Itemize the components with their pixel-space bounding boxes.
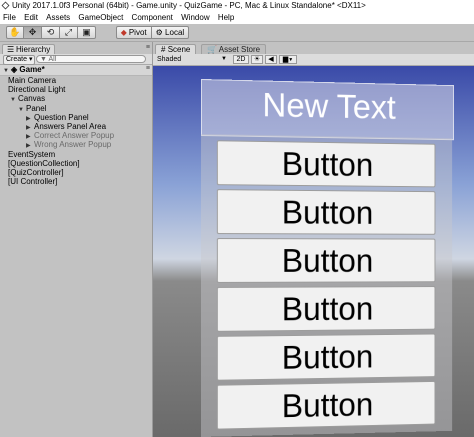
hierarchy-item[interactable]: ▼ Canvas bbox=[10, 94, 45, 103]
unity-logo-icon bbox=[2, 2, 10, 10]
hierarchy-item[interactable]: ▼ Panel bbox=[18, 104, 46, 113]
hierarchy-item[interactable]: Directional Light bbox=[8, 85, 65, 94]
panel-menu-icon[interactable]: ≡ bbox=[146, 44, 150, 51]
asset-store-icon: 🛒 bbox=[207, 45, 217, 54]
local-button[interactable]: ⚙ Local bbox=[152, 26, 190, 39]
scene-panel: # Scene 🛒 Asset Store Shaded ▼ 2D ☀ ◀ ▆▼… bbox=[153, 42, 474, 437]
shading-mode-select[interactable]: Shaded ▼ bbox=[157, 55, 227, 64]
hierarchy-item-label: Answers Panel Area bbox=[34, 122, 106, 131]
hierarchy-item-label: [UI Controller] bbox=[8, 177, 57, 186]
menu-assets[interactable]: Assets bbox=[43, 12, 73, 24]
pivot-toggles: ⬥ Pivot ⚙ Local bbox=[116, 26, 189, 39]
chevron-down-icon: ▼ bbox=[221, 55, 227, 64]
main-toolbar: ✋ ✥ ⟲ ⤢ ▣ ⬥ Pivot ⚙ Local bbox=[0, 24, 474, 42]
scale-icon: ⤢ bbox=[65, 27, 72, 37]
menu-help[interactable]: Help bbox=[215, 12, 237, 24]
hierarchy-panel: ☰ Hierarchy ≡ Create ▾ ▼ All ▼ ◈ Game* ≡ M… bbox=[0, 42, 153, 437]
hierarchy-item[interactable]: ▶ Answers Panel Area bbox=[26, 122, 106, 131]
hierarchy-search-input[interactable]: ▼ All bbox=[36, 55, 146, 63]
speaker-icon: ◀ bbox=[268, 56, 273, 63]
scene-tabs: # Scene 🛒 Asset Store bbox=[153, 42, 474, 54]
hierarchy-item-label: Panel bbox=[26, 104, 46, 113]
rect-icon: ▣ bbox=[82, 27, 91, 37]
scene-menu-icon[interactable]: ≡ bbox=[146, 65, 150, 72]
create-label: Create bbox=[6, 56, 27, 63]
menu-component[interactable]: Component bbox=[129, 12, 176, 24]
menu-gameobject[interactable]: GameObject bbox=[75, 12, 126, 24]
scene-tab-label: Scene bbox=[168, 45, 191, 54]
hand-tool-button[interactable]: ✋ bbox=[6, 26, 24, 39]
answer-button-2[interactable]: Button bbox=[217, 189, 436, 235]
hierarchy-item-label: Canvas bbox=[18, 94, 45, 103]
hierarchy-item[interactable]: EventSystem bbox=[8, 150, 55, 159]
rotate-icon: ⟲ bbox=[47, 27, 55, 37]
hierarchy-item[interactable]: [QuizController] bbox=[8, 168, 64, 177]
hierarchy-item[interactable]: ▶ Wrong Answer Popup bbox=[26, 140, 111, 149]
shading-mode-value: Shaded bbox=[157, 56, 181, 63]
answers-panel-area: Button Button Button Button Button Butto… bbox=[201, 134, 452, 437]
effects-dropdown-icon: ▼ bbox=[288, 57, 293, 63]
menu-edit[interactable]: Edit bbox=[21, 12, 41, 24]
answer-button-3[interactable]: Button bbox=[217, 238, 436, 283]
ui-canvas-preview: New Text Button Button Button Button But… bbox=[201, 79, 452, 437]
lighting-toggle-button[interactable]: ☀ bbox=[251, 55, 263, 64]
hierarchy-item-label: Directional Light bbox=[8, 85, 65, 94]
unity-scene-icon: ◈ bbox=[11, 65, 17, 74]
hierarchy-tab-label: Hierarchy bbox=[16, 45, 50, 54]
transform-tools: ✋ ✥ ⟲ ⤢ ▣ bbox=[6, 26, 96, 39]
answer-button-6[interactable]: Button bbox=[217, 381, 436, 430]
menu-bar: File Edit Assets GameObject Component Wi… bbox=[0, 12, 474, 24]
hand-icon: ✋ bbox=[9, 27, 20, 37]
scene-viewport[interactable]: New Text Button Button Button Button But… bbox=[153, 66, 474, 437]
expand-arrow-icon[interactable]: ▼ bbox=[10, 96, 18, 105]
move-icon: ✥ bbox=[29, 27, 37, 37]
scene-root-label: ▼ ◈ Game* bbox=[3, 65, 45, 74]
sun-icon: ☀ bbox=[254, 56, 260, 63]
menu-window[interactable]: Window bbox=[178, 12, 212, 24]
scene-tab-icon: # bbox=[161, 45, 165, 54]
menu-file[interactable]: File bbox=[0, 12, 19, 24]
local-label: Local bbox=[165, 28, 184, 37]
move-tool-button[interactable]: ✥ bbox=[24, 26, 42, 39]
mode-2d-label: 2D bbox=[237, 56, 246, 63]
hierarchy-item-label: Wrong Answer Popup bbox=[34, 140, 111, 149]
asset-store-tab-label: Asset Store bbox=[219, 45, 260, 54]
scene-root-row[interactable]: ▼ ◈ Game* ≡ bbox=[0, 65, 152, 76]
hierarchy-item[interactable]: Main Camera bbox=[8, 76, 56, 85]
audio-toggle-button[interactable]: ◀ bbox=[265, 55, 277, 64]
mode-2d-button[interactable]: 2D bbox=[233, 55, 249, 64]
expand-arrow-icon: ▼ bbox=[3, 67, 11, 76]
pivot-icon: ⬥ bbox=[121, 28, 127, 37]
hierarchy-item-label: EventSystem bbox=[8, 150, 55, 159]
hierarchy-item-label: Correct Answer Popup bbox=[34, 131, 114, 140]
create-button[interactable]: Create ▾ bbox=[3, 55, 35, 65]
hierarchy-item-label: [QuestionCollection] bbox=[8, 159, 80, 168]
scene-toolbar: Shaded ▼ 2D ☀ ◀ ▆▼ bbox=[153, 54, 474, 66]
local-icon: ⚙ bbox=[156, 28, 163, 37]
pivot-button[interactable]: ⬥ Pivot bbox=[116, 26, 152, 39]
rotate-tool-button[interactable]: ⟲ bbox=[42, 26, 60, 39]
pivot-label: Pivot bbox=[129, 28, 147, 37]
question-panel: New Text bbox=[201, 79, 454, 140]
question-text: New Text bbox=[202, 84, 453, 129]
effects-toggle-button[interactable]: ▆▼ bbox=[279, 55, 297, 64]
answer-button-5[interactable]: Button bbox=[217, 334, 436, 381]
window-title: Unity 2017.1.0f3 Personal (64bit) - Game… bbox=[12, 1, 366, 10]
hierarchy-item[interactable]: ▶ Correct Answer Popup bbox=[26, 131, 114, 140]
scene-name: Game* bbox=[19, 65, 44, 74]
answer-button-4[interactable]: Button bbox=[217, 286, 436, 332]
scale-tool-button[interactable]: ⤢ bbox=[60, 26, 78, 39]
expand-arrow-icon[interactable]: ▼ bbox=[18, 106, 26, 115]
hierarchy-item-label: Question Panel bbox=[34, 113, 89, 122]
hierarchy-item-label: [QuizController] bbox=[8, 168, 64, 177]
window-titlebar: Unity 2017.1.0f3 Personal (64bit) - Game… bbox=[0, 0, 474, 12]
hierarchy-item[interactable]: [UI Controller] bbox=[8, 177, 57, 186]
rect-tool-button[interactable]: ▣ bbox=[78, 26, 96, 39]
hierarchy-item-label: Main Camera bbox=[8, 76, 56, 85]
answer-button-1[interactable]: Button bbox=[217, 140, 436, 187]
hierarchy-toolbar: Create ▾ ▼ All bbox=[0, 54, 152, 65]
hierarchy-item[interactable]: ▶ Question Panel bbox=[26, 113, 89, 122]
hierarchy-item[interactable]: [QuestionCollection] bbox=[8, 159, 80, 168]
search-placeholder: ▼ All bbox=[40, 56, 56, 63]
